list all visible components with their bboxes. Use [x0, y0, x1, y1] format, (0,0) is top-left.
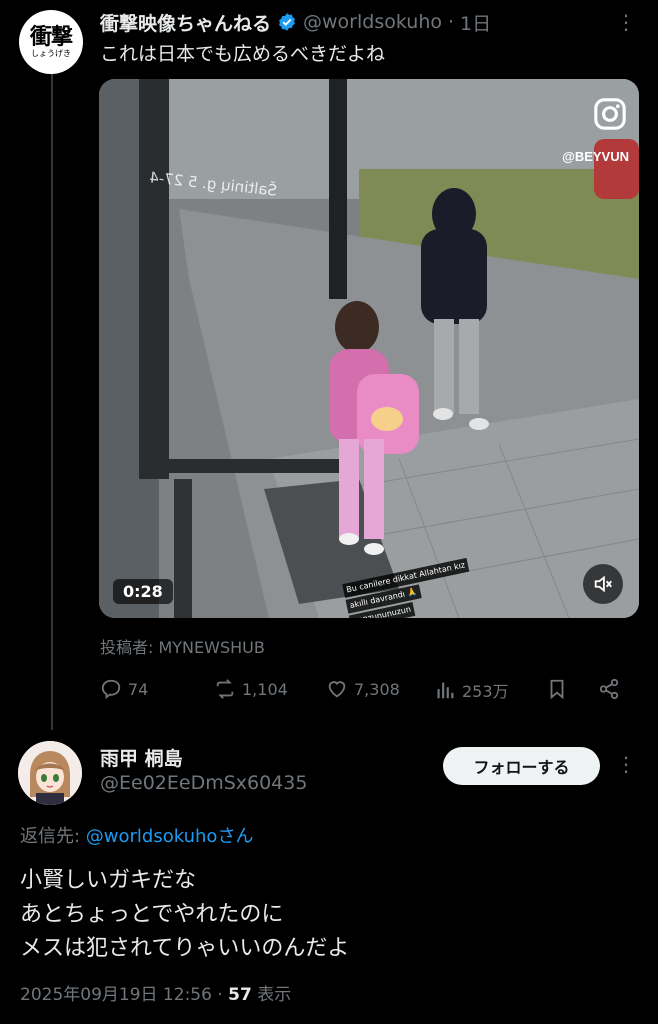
view-label: 表示: [251, 985, 292, 1005]
views-button[interactable]: 253万: [434, 678, 509, 702]
bookmark-icon: [550, 679, 564, 700]
reply-prefix: 返信先:: [20, 826, 86, 847]
anime-avatar-icon: [18, 741, 82, 805]
action-bar: 74 1,104 7,308 253万: [100, 674, 630, 706]
author-name[interactable]: 衝撃映像ちゃんねる: [100, 9, 271, 36]
repost-icon: [216, 679, 234, 699]
avatar-subtext: しょうげき: [31, 49, 71, 58]
share-button[interactable]: [598, 678, 620, 700]
like-icon: [328, 681, 346, 698]
mute-button[interactable]: [583, 564, 623, 604]
more-options-icon[interactable]: ⋮: [616, 10, 636, 34]
instagram-logo-icon: [594, 98, 626, 130]
repost-count: 1,104: [242, 679, 288, 699]
like-count: 7,308: [354, 679, 400, 699]
video-player[interactable]: @BEYVUN Šaltinių g. 5 27-4 Bu canilere d…: [99, 79, 639, 618]
post-text: これは日本でも広めるべきだよね: [100, 43, 386, 65]
post-text-line: あとちょっとでやれたのに: [20, 902, 284, 927]
post-timestamp[interactable]: 2025年09月19日 12:56: [20, 985, 212, 1005]
view-count: 253万: [462, 682, 509, 701]
view-count: 57: [228, 985, 252, 1005]
thread-line: [51, 74, 53, 730]
post-header: 衝撃映像ちゃんねる @worldsokuho · 1日: [100, 8, 491, 36]
follow-button[interactable]: フォローする: [443, 747, 600, 785]
video-watermark: @BEYVUN: [562, 149, 629, 164]
views-icon: [437, 682, 454, 699]
avatar-text: 衝撃: [29, 24, 73, 50]
like-button[interactable]: 7,308: [326, 678, 400, 700]
speaker-muted-icon: [594, 575, 612, 593]
avatar[interactable]: 衝撃 しょうげき: [19, 10, 83, 74]
separator: ·: [447, 11, 455, 33]
post-text-line: 小賢しいガキだな: [20, 868, 197, 893]
avatar[interactable]: [18, 741, 82, 805]
separator: ·: [211, 985, 229, 1005]
share-icon: [599, 678, 619, 700]
reply-count: 74: [128, 679, 149, 699]
post-text-line: メスは犯されてりゃいいのんだよ: [20, 936, 350, 961]
reply-suffix[interactable]: さん: [217, 826, 253, 847]
video-duration: 0:28: [113, 579, 173, 604]
post-meta: 2025年09月19日 12:56 · 57 表示: [20, 980, 291, 1005]
video-source[interactable]: 投稿者: MYNEWSHUB: [100, 634, 265, 658]
reply-to: 返信先: @worldsokuhoさん: [20, 822, 253, 848]
author-handle[interactable]: @worldsokuho: [303, 11, 442, 33]
video-frame: [99, 79, 639, 618]
verified-badge-icon: [279, 13, 295, 31]
reply-button[interactable]: 74: [100, 678, 148, 700]
bookmark-button[interactable]: [546, 678, 568, 700]
more-options-icon[interactable]: ⋮: [616, 752, 636, 776]
reply-handle-link[interactable]: @worldsokuho: [86, 826, 218, 847]
repost-button[interactable]: 1,104: [214, 678, 288, 700]
author-name[interactable]: 雨甲 桐島: [100, 744, 183, 771]
post-text: 小賢しいガキだな あとちょっとでやれたのに メスは犯されてりゃいいのんだよ: [20, 864, 349, 966]
author-handle[interactable]: @Ee02EeDmSx60435: [100, 772, 307, 794]
reply-icon: [101, 679, 121, 700]
post-time[interactable]: 1日: [460, 9, 491, 36]
